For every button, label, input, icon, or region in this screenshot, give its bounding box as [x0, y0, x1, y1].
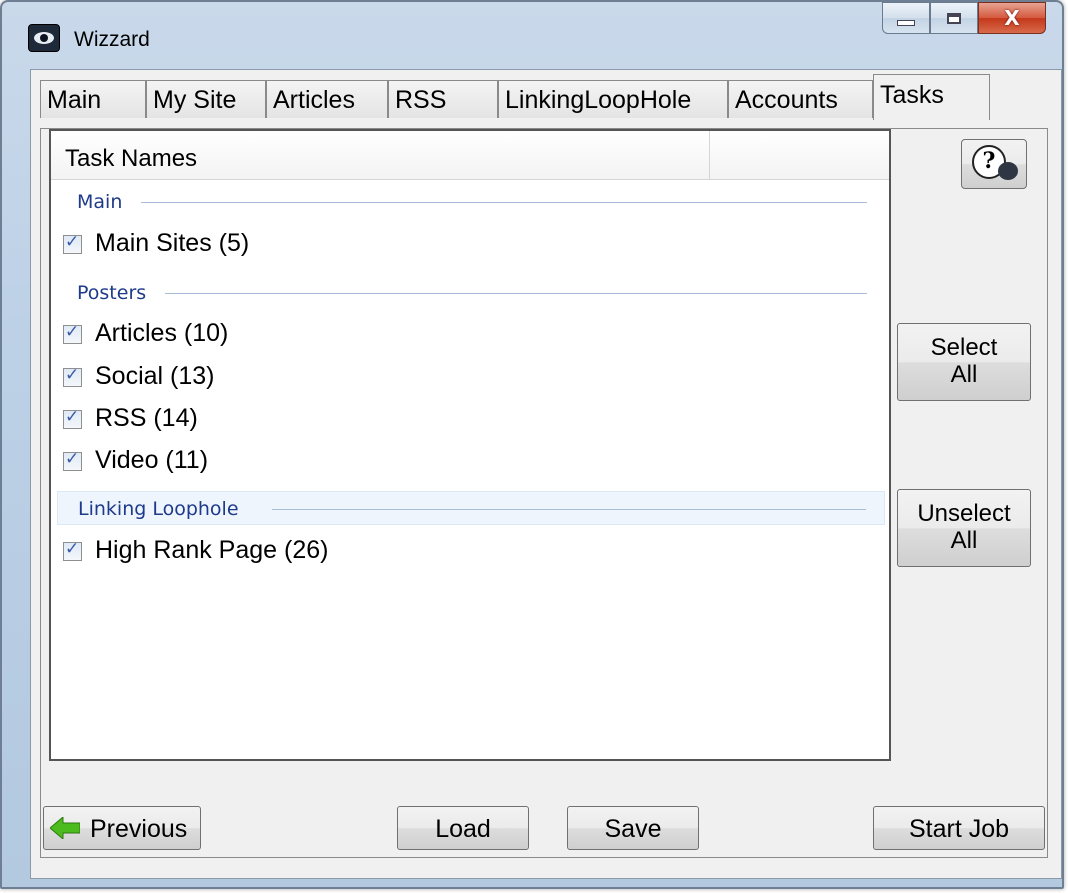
user-silhouette-icon	[998, 162, 1018, 180]
back-arrow-icon	[50, 817, 80, 839]
check-mark-icon: ✓	[65, 232, 80, 252]
checkbox[interactable]: ✓	[63, 539, 82, 561]
select-all-button[interactable]: Select All	[897, 323, 1031, 401]
group-label: Main	[77, 191, 123, 213]
check-mark-icon: ✓	[65, 407, 80, 427]
group-label: Posters	[77, 282, 147, 304]
group-divider	[165, 293, 867, 294]
tab-articles[interactable]: Articles	[266, 80, 388, 118]
close-icon: X	[1004, 6, 1020, 30]
minimize-icon	[897, 20, 915, 26]
window-controls: X	[882, 2, 1046, 36]
load-button[interactable]: Load	[397, 806, 529, 850]
checkbox[interactable]: ✓	[63, 322, 82, 344]
check-mark-icon: ✓	[65, 365, 80, 385]
save-button[interactable]: Save	[567, 806, 699, 850]
group-header-linking-loophole: Linking Loophole	[57, 491, 885, 525]
item-label: RSS (14)	[95, 404, 198, 432]
tasks-panel: Task Names Main ✓ Main Sites (5) Posters…	[40, 128, 1048, 858]
group-header-main: Main	[57, 185, 885, 219]
client-area: Main My Site Articles RSS LinkingLoopHol…	[30, 69, 1062, 879]
unselect-all-label-line1: Unselect	[917, 500, 1011, 527]
checkbox[interactable]: ✓	[63, 449, 82, 471]
tab-tasks[interactable]: Tasks	[873, 74, 990, 120]
group-label: Linking Loophole	[78, 498, 239, 520]
unselect-all-button[interactable]: Unselect All	[897, 489, 1031, 567]
previous-label: Previous	[90, 815, 188, 843]
item-label: Social (13)	[95, 362, 215, 390]
group-divider	[272, 509, 866, 510]
checkbox[interactable]: ✓	[63, 365, 82, 387]
item-label: High Rank Page (26)	[95, 536, 329, 564]
title-bar[interactable]: Wizzard X	[2, 2, 1062, 62]
select-all-label-line2: All	[950, 361, 978, 388]
tab-accounts[interactable]: Accounts	[728, 80, 873, 118]
app-eye-icon	[28, 24, 60, 52]
previous-button[interactable]: Previous	[43, 806, 201, 850]
check-mark-icon: ✓	[65, 539, 80, 559]
tab-linkingloophole[interactable]: LinkingLoopHole	[498, 80, 728, 118]
tab-my-site[interactable]: My Site	[146, 80, 266, 118]
group-header-posters: Posters	[57, 276, 885, 310]
help-button[interactable]: ?	[961, 139, 1027, 189]
item-label: Main Sites (5)	[95, 229, 250, 257]
item-label: Articles (10)	[95, 319, 229, 347]
select-all-label-line1: Select	[930, 334, 998, 361]
task-list[interactable]: Task Names Main ✓ Main Sites (5) Posters…	[49, 129, 891, 761]
checkbox[interactable]: ✓	[63, 407, 82, 429]
group-divider	[141, 202, 867, 203]
tab-main[interactable]: Main	[40, 80, 146, 118]
checkbox[interactable]: ✓	[63, 232, 82, 254]
item-label: Video (11)	[95, 446, 209, 474]
tab-rss[interactable]: RSS	[388, 80, 498, 118]
check-mark-icon: ✓	[65, 449, 80, 469]
check-mark-icon: ✓	[65, 322, 80, 342]
maximize-button[interactable]	[930, 2, 978, 34]
list-header: Task Names	[51, 131, 889, 180]
start-job-button[interactable]: Start Job	[873, 806, 1045, 850]
window-title: Wizzard	[74, 28, 150, 51]
unselect-all-label-line2: All	[950, 527, 978, 554]
minimize-button[interactable]	[882, 2, 930, 34]
wizard-window: Wizzard X Main My Site Articles RSS Link…	[0, 0, 1064, 889]
close-button[interactable]: X	[978, 2, 1046, 34]
maximize-icon	[947, 12, 961, 24]
column-header-task-names[interactable]: Task Names	[51, 131, 710, 179]
